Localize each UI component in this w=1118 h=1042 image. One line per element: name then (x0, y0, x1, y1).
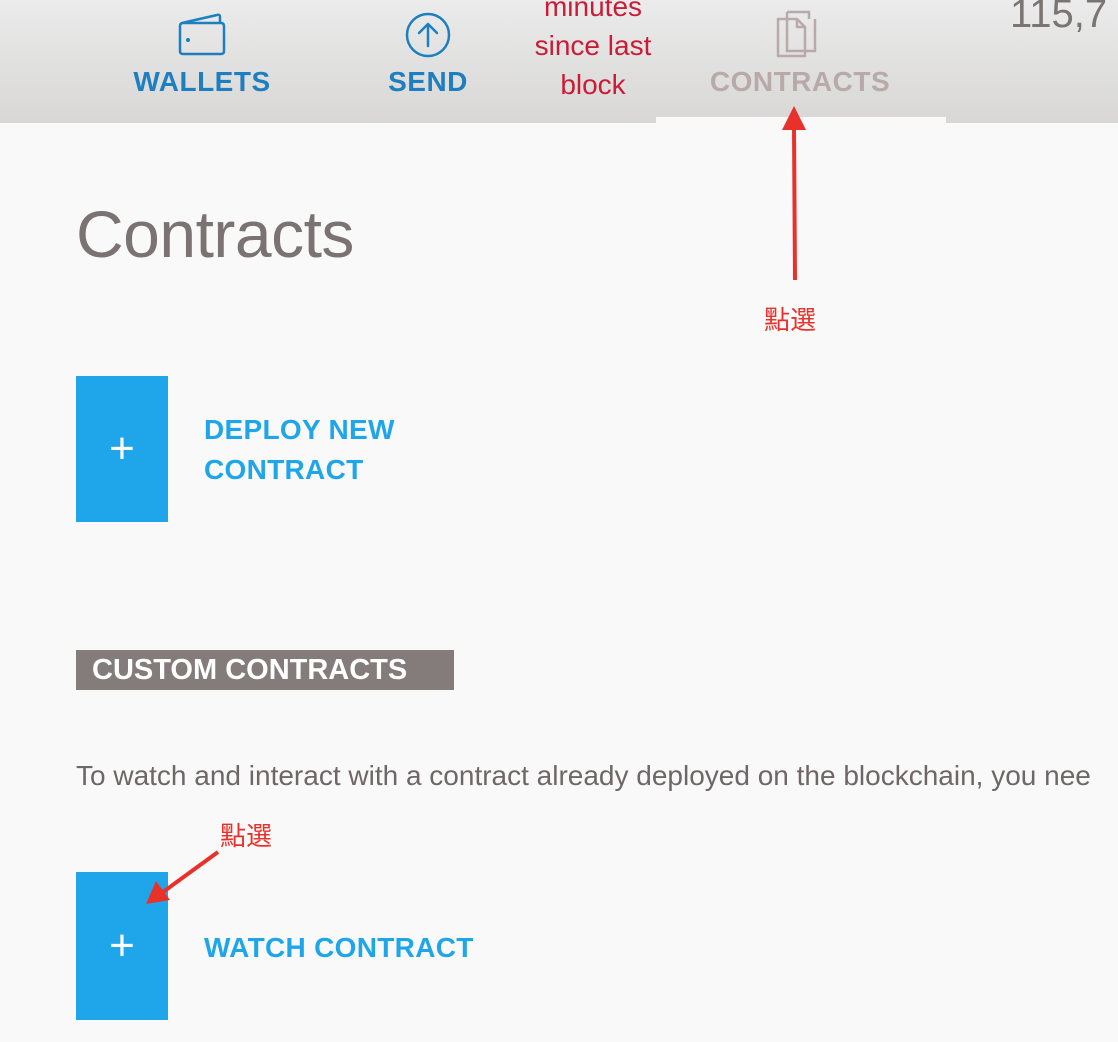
nav-wallets[interactable]: WALLETS (122, 0, 282, 123)
page-title: Contracts (76, 197, 354, 271)
deploy-new-contract-link[interactable]: DEPLOY NEW CONTRACT (204, 410, 404, 490)
annotation-arrow-contracts (782, 106, 806, 281)
deploy-label-line1: DEPLOY NEW (204, 414, 395, 445)
watch-contract-link[interactable]: WATCH CONTRACT (204, 928, 474, 968)
documents-icon (775, 9, 825, 64)
custom-contracts-header: CUSTOM CONTRACTS (76, 650, 454, 690)
wallet-icon (177, 12, 227, 61)
block-info: minutes since last block (520, 0, 666, 104)
annotation-label-click-contracts: 點選 (764, 305, 817, 335)
block-info-line2: since last (534, 30, 652, 61)
deploy-label-line2: CONTRACT (204, 454, 364, 485)
custom-contracts-description: To watch and interact with a contract al… (76, 760, 1091, 791)
nav-send-label: SEND (388, 66, 468, 97)
plus-icon: + (109, 921, 135, 970)
deploy-contract-plus-button[interactable]: + (76, 376, 168, 522)
nav-contracts[interactable]: CONTRACTS (700, 0, 900, 123)
plus-icon: + (109, 424, 135, 473)
nav-send[interactable]: SEND (358, 0, 498, 123)
block-info-line3: block (560, 69, 626, 100)
watch-contract-plus-button[interactable]: + (76, 872, 168, 1020)
account-balance: 115,7 (1010, 0, 1108, 36)
nav-wallets-label: WALLETS (133, 66, 271, 97)
block-info-line1: minutes (543, 0, 643, 22)
arrow-up-circle-icon (404, 11, 452, 64)
annotation-label-click-watch: 點選 (220, 821, 273, 851)
nav-contracts-label: CONTRACTS (709, 66, 891, 97)
